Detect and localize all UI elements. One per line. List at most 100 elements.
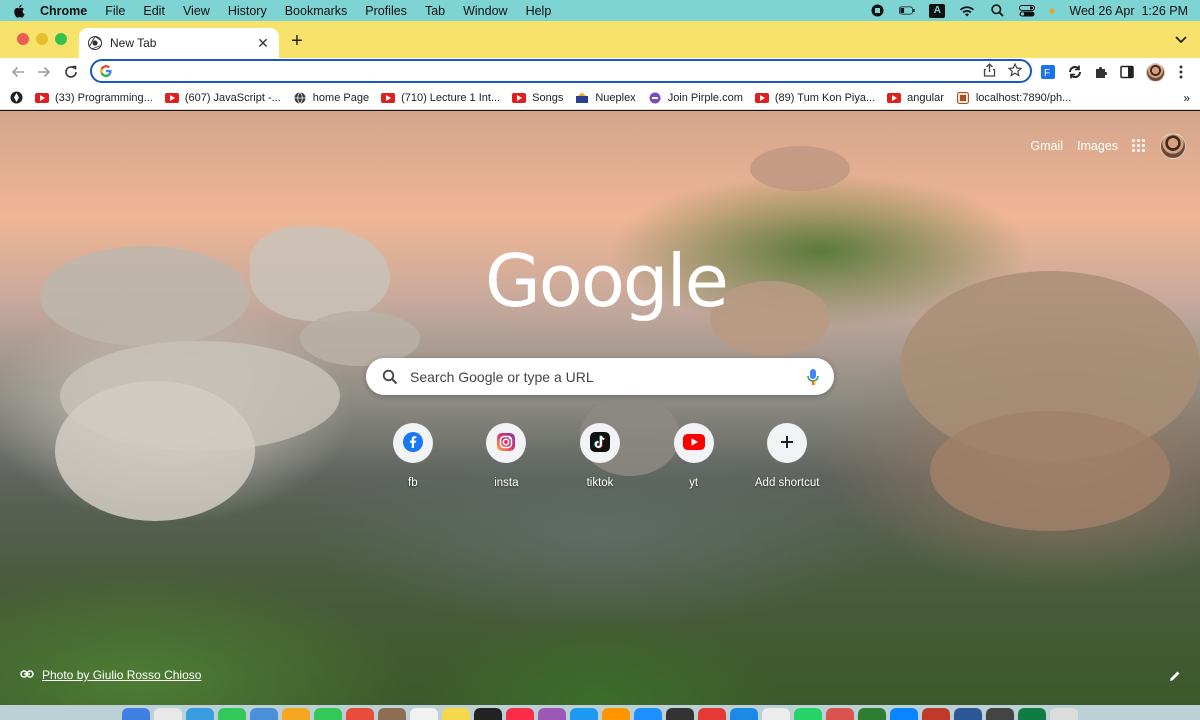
translate-extension-icon[interactable]: F — [1040, 62, 1056, 82]
menu-tab[interactable]: Tab — [425, 4, 445, 18]
dock-app-icon[interactable] — [730, 708, 758, 720]
address-bar[interactable] — [90, 59, 1032, 83]
dock-app-icon[interactable] — [634, 708, 662, 720]
wifi-icon[interactable] — [959, 4, 975, 18]
bookmarks-apps-icon[interactable] — [10, 91, 23, 104]
extensions-puzzle-icon[interactable] — [1093, 62, 1109, 82]
input-source-icon[interactable]: A — [929, 3, 946, 18]
customize-pencil-icon[interactable] — [1168, 669, 1182, 683]
bookmark-star-icon[interactable] — [1007, 62, 1023, 80]
images-link[interactable]: Images — [1077, 139, 1118, 153]
dock-app-icon[interactable] — [698, 708, 726, 720]
dock-app-icon[interactable] — [538, 708, 566, 720]
bookmark-item[interactable]: (89) Tum Kon Piya... — [754, 92, 875, 104]
menu-profiles[interactable]: Profiles — [365, 4, 407, 18]
photo-credit-link[interactable]: Photo by Giulio Rosso Chioso — [20, 668, 201, 682]
tab-search-chevron-icon[interactable] — [1174, 33, 1188, 45]
bookmark-item[interactable]: (607) JavaScript -... — [164, 92, 281, 104]
dock-app-icon[interactable] — [122, 708, 150, 720]
spotlight-search-icon[interactable] — [989, 4, 1005, 18]
menubar-clock[interactable]: Wed 26 Apr 1:26 PM — [1069, 4, 1188, 18]
menu-app-name[interactable]: Chrome — [40, 4, 87, 18]
side-panel-icon[interactable] — [1119, 62, 1135, 82]
tab-close-icon[interactable]: ✕ — [256, 35, 270, 52]
dock-app-icon[interactable] — [890, 708, 918, 720]
dock-app-icon[interactable] — [794, 708, 822, 720]
shortcut-add[interactable]: Add shortcut — [740, 423, 834, 489]
window-minimize-button[interactable] — [36, 33, 48, 45]
menu-help[interactable]: Help — [526, 4, 552, 18]
dock-app-icon[interactable] — [250, 708, 278, 720]
bookmark-item[interactable]: localhost:7890/ph... — [956, 91, 1071, 104]
window-close-button[interactable] — [17, 33, 29, 45]
bookmark-item[interactable]: angular — [887, 92, 944, 104]
dock-app-icon[interactable] — [314, 708, 342, 720]
search-placeholder[interactable]: Search Google or type a URL — [410, 369, 806, 385]
dock-app-icon[interactable] — [922, 708, 950, 720]
dock-app-icon[interactable] — [986, 708, 1014, 720]
shortcut-insta[interactable]: insta — [460, 423, 554, 489]
dock-app-icon[interactable] — [602, 708, 630, 720]
dock-app-icon[interactable] — [218, 708, 246, 720]
dock-app-icon[interactable] — [506, 708, 534, 720]
dock-app-icon[interactable] — [154, 708, 182, 720]
sync-extension-icon[interactable] — [1067, 62, 1083, 82]
menu-file[interactable]: File — [105, 4, 125, 18]
bookmark-item[interactable]: home Page — [293, 92, 369, 104]
shortcut-tile[interactable] — [486, 423, 527, 463]
forward-button[interactable] — [35, 63, 53, 81]
kebab-menu-icon[interactable] — [1175, 62, 1187, 82]
window-zoom-button[interactable] — [55, 33, 67, 45]
dock-app-icon[interactable] — [858, 708, 886, 720]
dock-app-icon[interactable] — [954, 708, 982, 720]
gmail-link[interactable]: Gmail — [1030, 139, 1063, 153]
dock-app-icon[interactable] — [570, 708, 598, 720]
dock-app-icon[interactable] — [186, 708, 214, 720]
battery-icon[interactable] — [899, 4, 916, 18]
bookmark-item[interactable]: (33) Programming... — [35, 92, 153, 104]
new-tab-button[interactable]: + — [287, 31, 307, 51]
shortcut-tile[interactable] — [673, 423, 714, 463]
dock-app-icon[interactable] — [1018, 708, 1046, 720]
menu-view[interactable]: View — [183, 4, 210, 18]
photo-credit-text[interactable]: Photo by Giulio Rosso Chioso — [42, 668, 201, 682]
dock-app-icon[interactable] — [826, 708, 854, 720]
dock-app-icon[interactable] — [378, 708, 406, 720]
dock-app-icon[interactable] — [474, 708, 502, 720]
shortcut-tile[interactable] — [392, 423, 433, 463]
bookmark-item[interactable]: (710) Lecture 1 Int... — [381, 92, 500, 104]
account-avatar[interactable] — [1160, 133, 1186, 159]
control-center-icon[interactable] — [1019, 4, 1036, 18]
menu-bookmarks[interactable]: Bookmarks — [285, 4, 348, 18]
shortcut-tile[interactable] — [579, 423, 620, 463]
shortcut-tile[interactable] — [767, 423, 808, 463]
dock-app-icon[interactable] — [666, 708, 694, 720]
microphone-icon[interactable] — [806, 368, 820, 386]
menu-edit[interactable]: Edit — [143, 4, 165, 18]
google-apps-icon[interactable] — [1132, 139, 1146, 153]
screen-record-icon[interactable] — [869, 4, 885, 18]
dock-app-icon[interactable] — [442, 708, 470, 720]
dock-app-icon[interactable] — [410, 708, 438, 720]
profile-avatar[interactable] — [1145, 62, 1165, 82]
address-input[interactable] — [118, 63, 983, 79]
shortcut-yt[interactable]: yt — [647, 423, 741, 489]
search-box[interactable]: Search Google or type a URL — [366, 358, 834, 395]
menu-history[interactable]: History — [228, 4, 267, 18]
bookmark-item[interactable]: Join Pirple.com — [648, 92, 743, 104]
share-icon[interactable] — [983, 62, 996, 80]
bookmarks-overflow-chevron-icon[interactable]: » — [1183, 91, 1190, 105]
reload-button[interactable] — [62, 63, 80, 81]
back-button[interactable] — [9, 63, 27, 81]
apple-icon[interactable] — [12, 4, 26, 18]
dock-app-icon[interactable] — [762, 708, 790, 720]
dock-app-icon[interactable] — [1050, 708, 1078, 720]
shortcut-tiktok[interactable]: tiktok — [553, 423, 647, 489]
bookmark-item[interactable]: Nueplex — [575, 92, 636, 104]
shortcut-fb[interactable]: fb — [366, 423, 460, 489]
dock-app-icon[interactable] — [282, 708, 310, 720]
menu-window[interactable]: Window — [463, 4, 507, 18]
bookmark-item[interactable]: Songs — [512, 92, 563, 104]
tab-new-tab[interactable]: New Tab ✕ — [79, 28, 279, 58]
dock-app-icon[interactable] — [346, 708, 374, 720]
